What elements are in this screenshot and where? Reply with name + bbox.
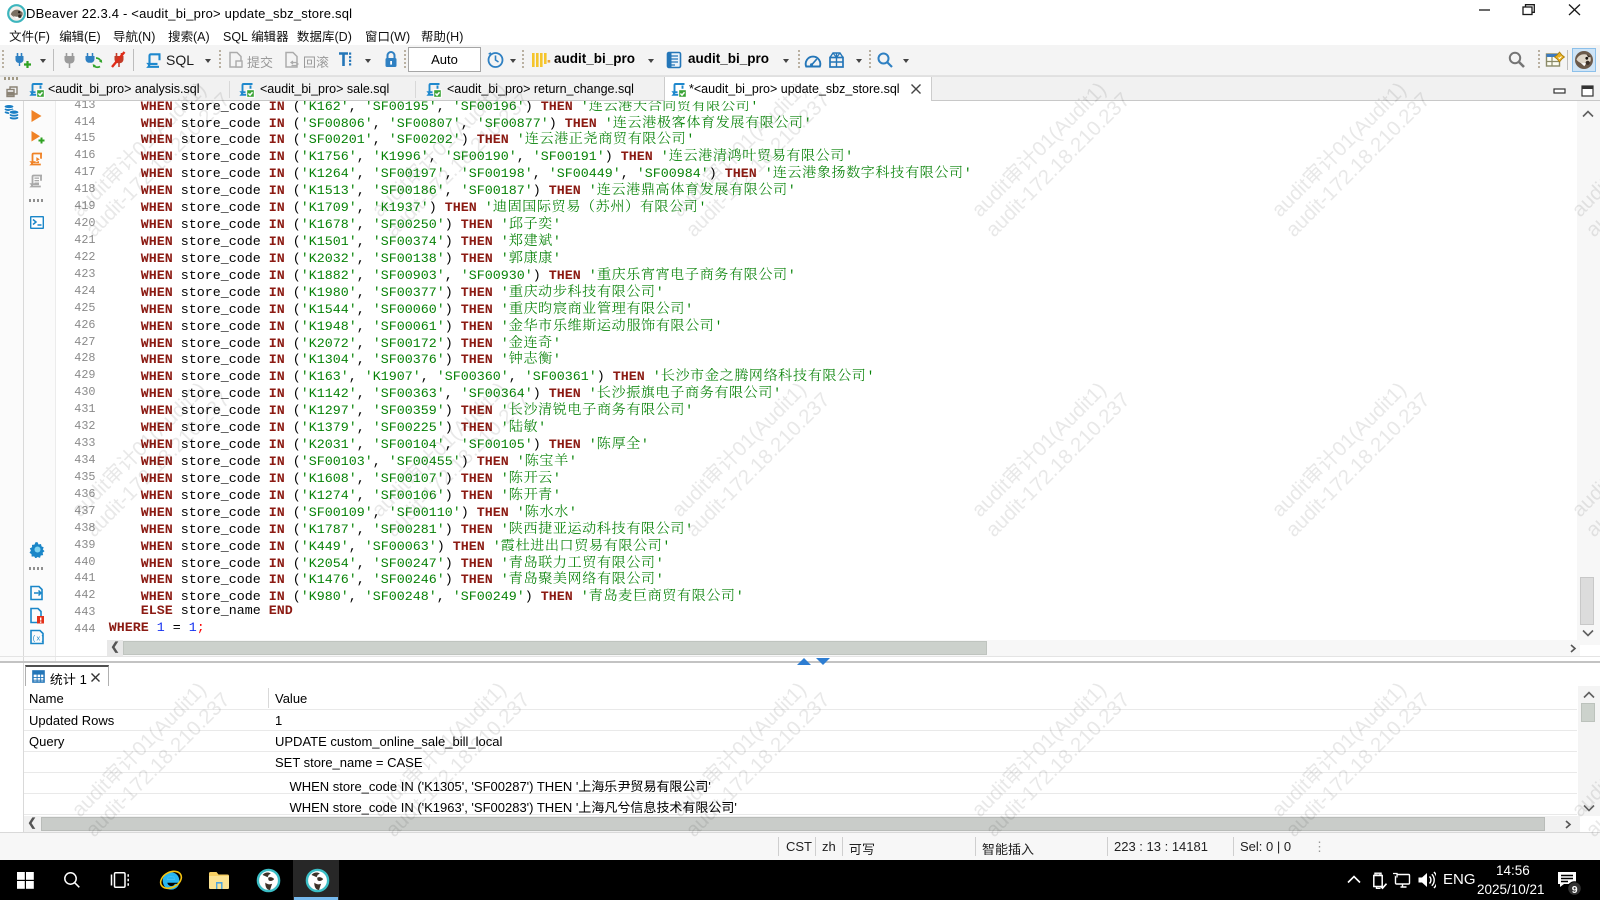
svg-text:9: 9: [1572, 884, 1578, 896]
